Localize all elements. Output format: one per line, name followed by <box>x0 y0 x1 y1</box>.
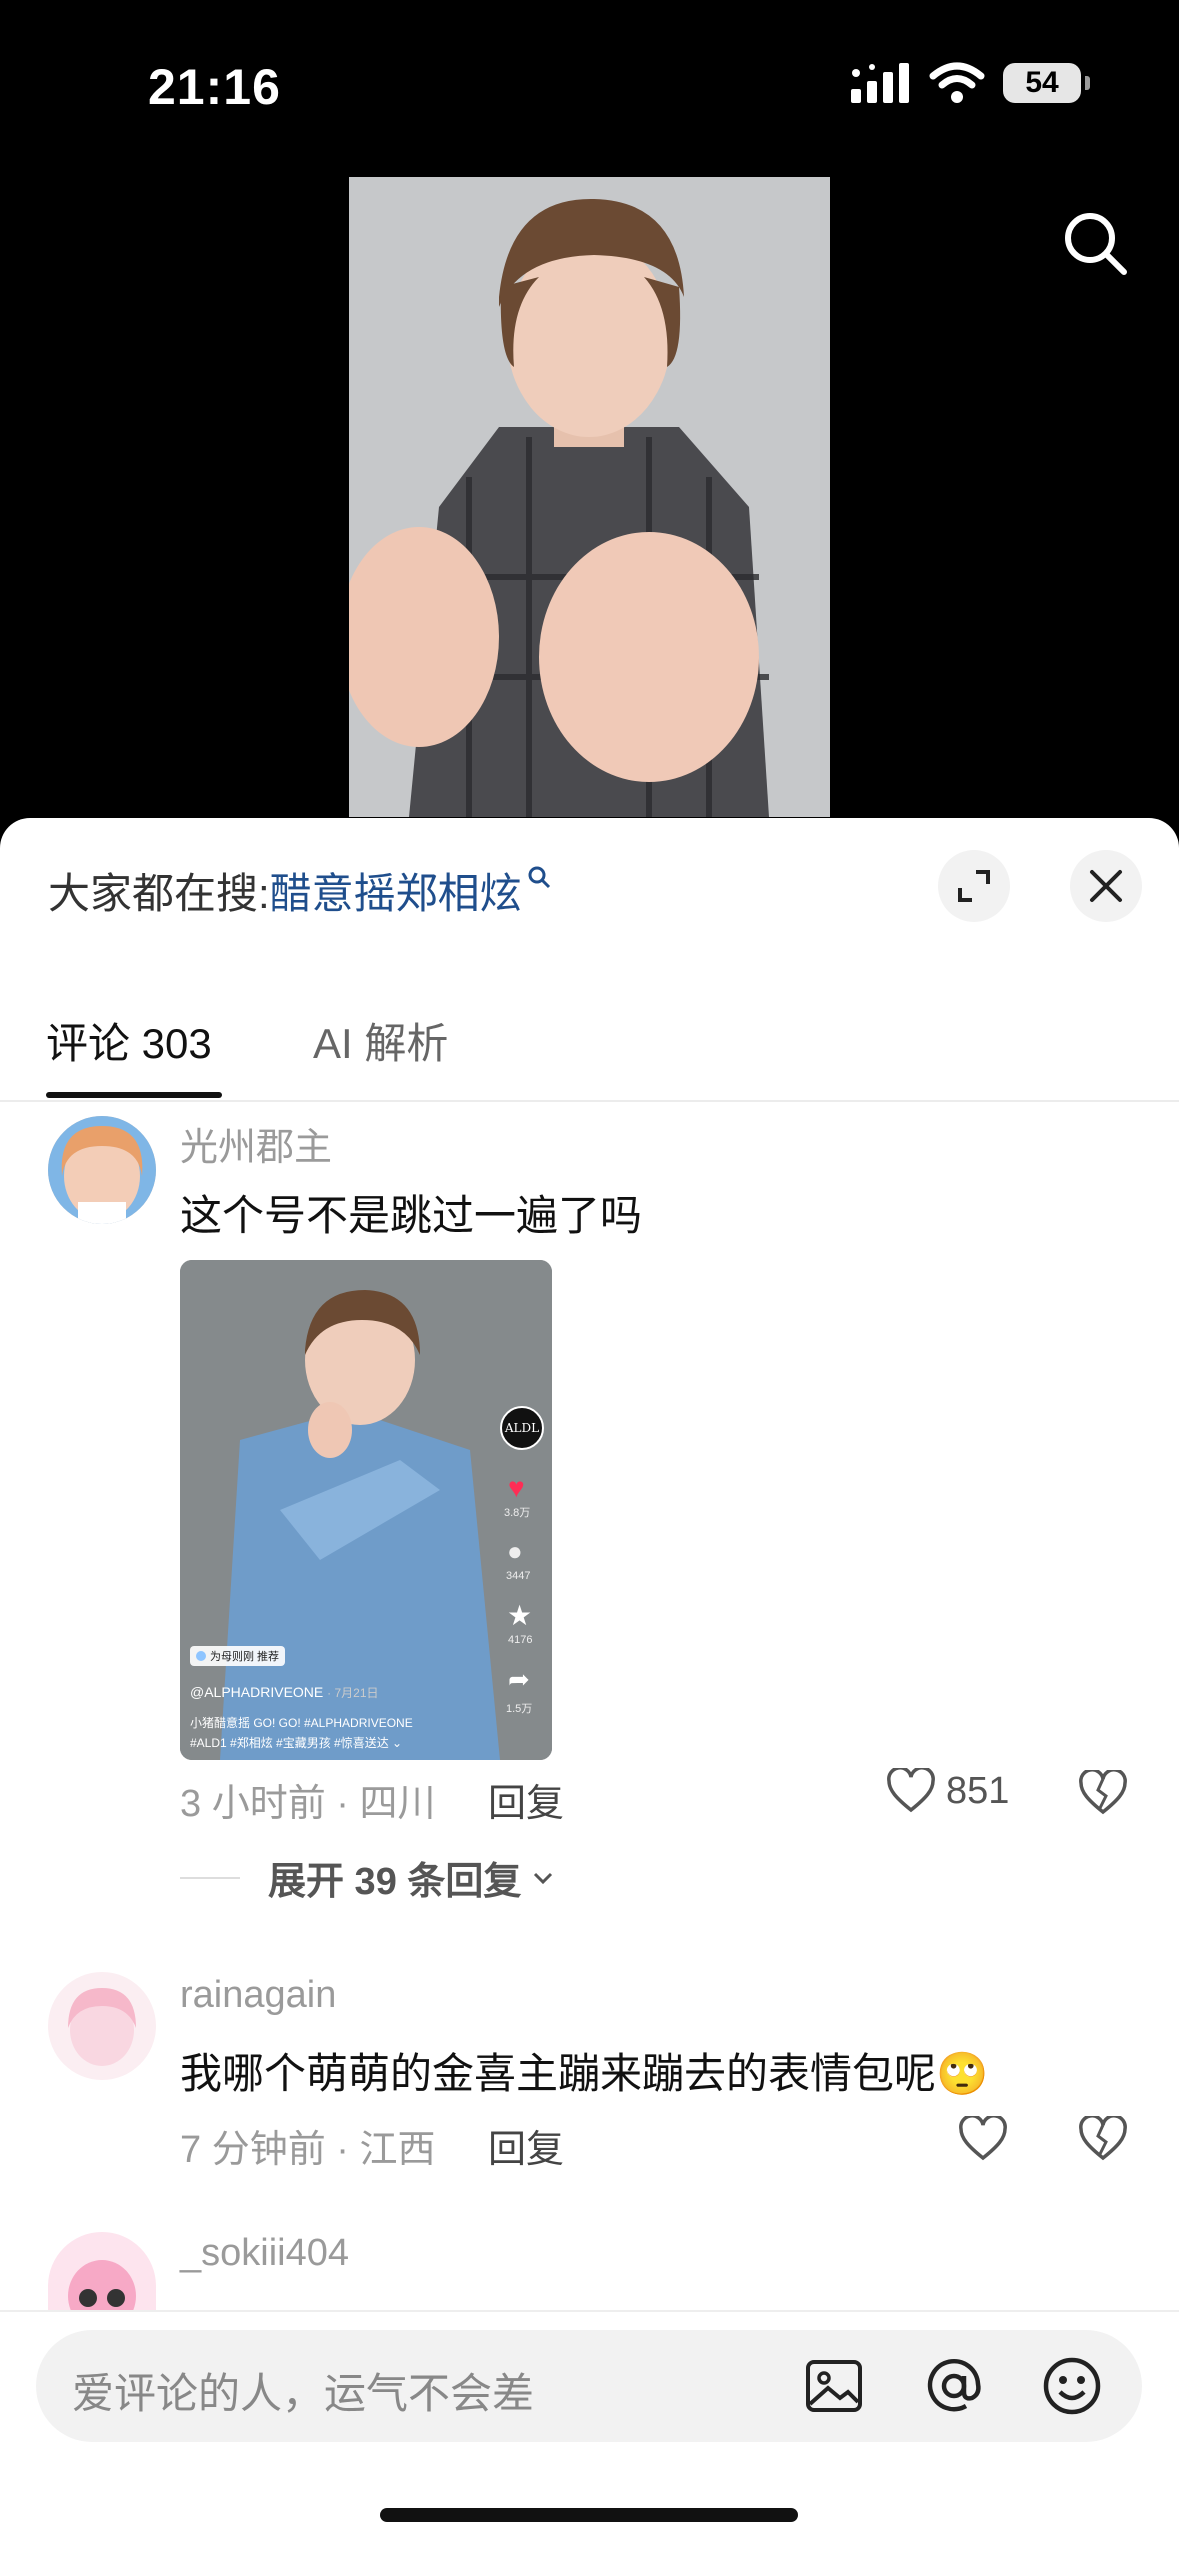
cellular-signal-icon <box>851 63 909 103</box>
chevron-down-icon <box>534 1872 553 1884</box>
emoji-icon[interactable] <box>1040 2354 1104 2418</box>
comment-text: 这个号不是跳过一遍了吗 <box>180 1192 643 1239</box>
reply-button[interactable]: 回复 <box>488 1772 564 1827</box>
expand-icon <box>958 870 990 902</box>
broken-heart-icon[interactable] <box>1078 2116 1128 2162</box>
broken-heart-icon[interactable] <box>1078 1770 1128 1816</box>
heart-outline-icon[interactable] <box>958 2116 1008 2162</box>
close-icon <box>1090 870 1122 902</box>
avatar-image <box>48 1972 156 2080</box>
tag-text: 为母则刚 推荐 <box>210 1651 280 1663</box>
author-name: @ALPHADRIVEONE <box>190 1684 324 1700</box>
avatar[interactable] <box>48 1116 156 1224</box>
image-comment-count: 3447 <box>506 1570 531 1582</box>
avatar-image <box>48 2232 156 2310</box>
tag-dot-icon <box>196 1651 206 1661</box>
star-icon[interactable]: ★ <box>507 1602 532 1630</box>
comment-username[interactable]: rainagain <box>180 1974 336 2017</box>
image-like-count: 3.8万 <box>504 1507 531 1519</box>
image-share-count: 1.5万 <box>506 1703 533 1715</box>
hot-search-bar[interactable]: 大家都在搜:醋意摇郑相炫 <box>48 860 552 921</box>
hot-search-keyword[interactable]: 醋意摇郑相炫 <box>270 870 522 917</box>
recommend-tag: 为母则刚 推荐 <box>190 1646 286 1666</box>
post-date: · 7月21日 <box>327 1686 379 1700</box>
comment-meta: 7 分钟前 · 江西 <box>180 2129 436 2171</box>
home-indicator <box>380 2508 798 2522</box>
close-button[interactable] <box>1070 850 1142 922</box>
image-star-count: 4176 <box>508 1634 533 1646</box>
avatar-image <box>48 1116 156 1224</box>
comments-sheet: 大家都在搜:醋意摇郑相炫 评论 303 AI 解析 光州郡主 这个号不是跳过一遍… <box>0 818 1179 2556</box>
tab-bar: 评论 303 AI 解析 <box>0 988 1179 1102</box>
at-icon[interactable] <box>922 2354 986 2418</box>
expand-button[interactable] <box>938 850 1010 922</box>
expand-replies-button[interactable]: 展开 39 条回复 <box>180 1850 557 1905</box>
video-player[interactable] <box>349 177 830 817</box>
input-placeholder: 爱评论的人，运气不会差 <box>72 2370 535 2417</box>
video-person-figure <box>349 177 830 817</box>
comment-username[interactable]: 光州郡主 <box>180 1116 332 1171</box>
small-search-icon <box>528 866 550 889</box>
search-icon[interactable] <box>1060 208 1130 278</box>
channel-badge[interactable]: ALDL <box>500 1406 544 1450</box>
status-time: 21:16 <box>148 59 281 115</box>
comment-meta: 3 小时前 · 四川 <box>180 1783 436 1825</box>
hot-search-prefix: 大家都在搜: <box>48 870 270 917</box>
heart-icon[interactable]: ♥ <box>508 1474 525 1502</box>
caption-line-2: #ALD1 #郑相炫 #宝藏男孩 #惊喜送达 ⌄ <box>190 1736 403 1750</box>
battery-icon: 54 <box>1003 63 1090 103</box>
tab-comments[interactable]: 评论 303 <box>46 1010 212 1071</box>
expand-replies-label: 展开 39 条回复 <box>268 1861 522 1903</box>
comment-input-bar: 爱评论的人，运气不会差 <box>0 2310 1179 2558</box>
status-bar: 21:16 54 <box>0 0 1179 170</box>
comment-text: 我哪个萌萌的金喜主蹦来蹦去的表情包呢🙄 <box>180 2040 988 2101</box>
tab-ai-analysis[interactable]: AI 解析 <box>313 1010 448 1071</box>
tab-underline <box>46 1092 222 1098</box>
status-icons: 54 <box>851 62 1090 104</box>
wifi-icon <box>929 62 985 103</box>
like-count: 851 <box>946 1769 1010 1812</box>
caption-line-1: 小猪醋意摇 GO! GO! #ALPHADRIVEONE <box>190 1716 413 1730</box>
avatar[interactable] <box>48 2232 156 2310</box>
eye-roll-emoji-icon: 🙄 <box>936 2050 989 2097</box>
expand-divider <box>180 1876 240 1879</box>
comment-text-body: 我哪个萌萌的金喜主蹦来蹦去的表情包呢 <box>180 2050 937 2097</box>
comment-input[interactable]: 爱评论的人，运气不会差 <box>36 2330 1142 2442</box>
share-icon[interactable]: ➦ <box>508 1666 530 1692</box>
reply-button[interactable]: 回复 <box>488 2118 564 2173</box>
comment-username[interactable]: _sokiii404 <box>180 2232 349 2275</box>
comment-image[interactable]: ALDL ♥ 3.8万 ● 3447 ★ 4176 ➦ 1.5万 为母则刚 推荐… <box>180 1260 552 1760</box>
image-author: @ALPHADRIVEONE · 7月21日 <box>190 1684 379 1701</box>
comment-bubble-icon[interactable]: ● <box>507 1538 523 1564</box>
image-icon[interactable] <box>802 2354 866 2418</box>
like-button[interactable]: 851 <box>886 1768 1009 1814</box>
avatar[interactable] <box>48 1972 156 2080</box>
heart-outline-icon <box>887 1768 935 1813</box>
